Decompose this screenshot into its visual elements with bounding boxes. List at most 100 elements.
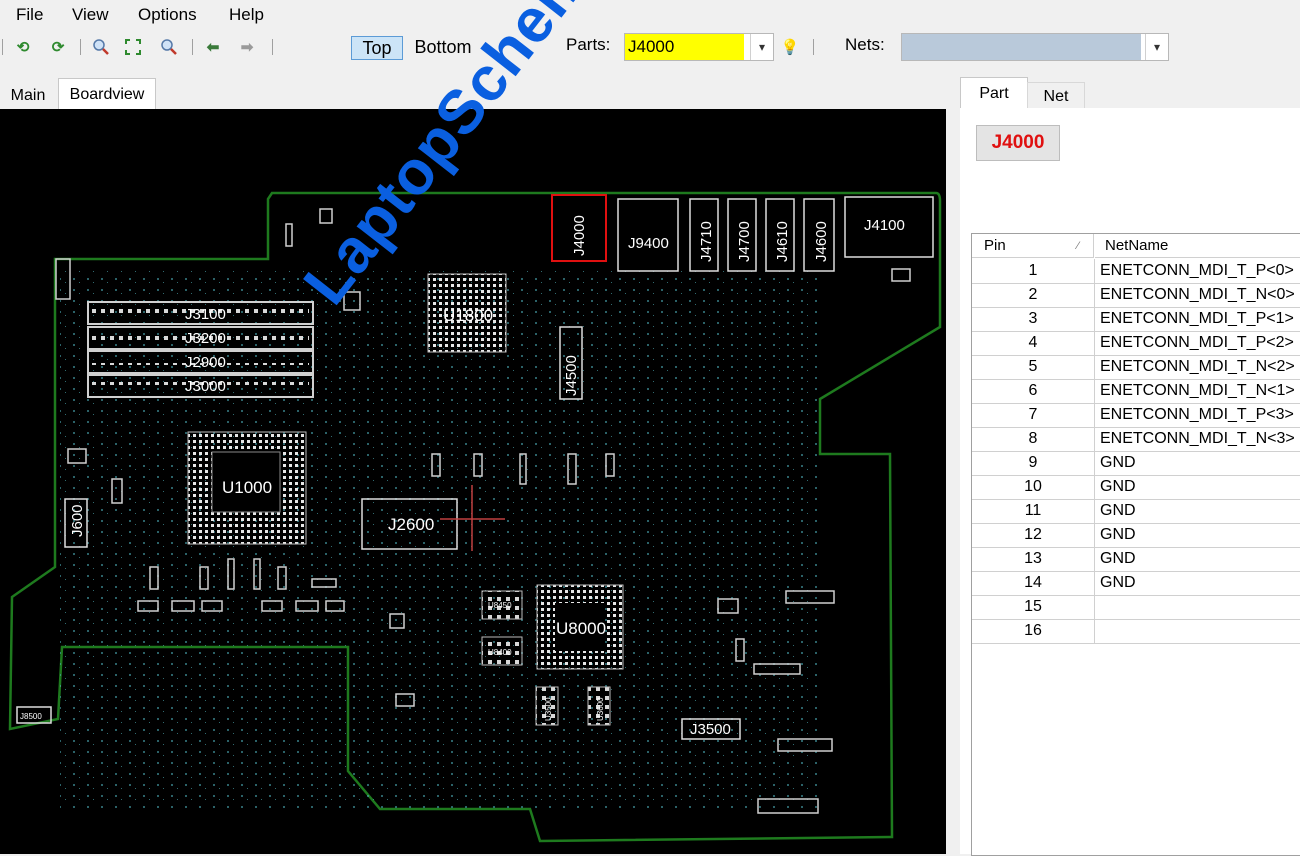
label-u8450: U8450 xyxy=(488,601,512,610)
pin-number-cell: 16 xyxy=(972,619,1095,643)
table-row[interactable]: 15 xyxy=(972,595,1300,620)
zoom-in-icon[interactable] xyxy=(160,38,178,56)
label-j2900: J2900 xyxy=(185,354,226,371)
chevron-down-icon[interactable]: ▾ xyxy=(750,34,773,60)
parts-input[interactable]: J4000 xyxy=(625,34,744,60)
forward-arrow-icon[interactable]: ➡ xyxy=(238,38,256,56)
net-name-cell: GND xyxy=(1100,478,1136,495)
table-row[interactable]: 1 ENETCONN_MDI_T_P<0> xyxy=(972,259,1300,284)
nets-input[interactable] xyxy=(902,34,1141,60)
label-j4100: J4100 xyxy=(864,217,905,234)
tab-main[interactable]: Main xyxy=(0,82,56,109)
net-name-cell: ENETCONN_MDI_T_N<3> xyxy=(1100,430,1295,447)
fit-icon[interactable] xyxy=(124,38,142,56)
pin-number-cell: 5 xyxy=(972,355,1095,379)
label-j9400: J9400 xyxy=(628,235,669,252)
table-row[interactable]: 2 ENETCONN_MDI_T_N<0> xyxy=(972,283,1300,308)
net-name-cell: ENETCONN_MDI_T_N<1> xyxy=(1100,382,1295,399)
parts-label: Parts: xyxy=(566,35,611,54)
sort-indicator-icon: ⁄ xyxy=(1077,240,1079,252)
table-row[interactable]: 3 ENETCONN_MDI_T_P<1> xyxy=(972,307,1300,332)
menu-bar: File View Options Help xyxy=(0,0,1300,30)
net-name-cell: ENETCONN_MDI_T_P<1> xyxy=(1100,310,1294,327)
pin-number-cell: 11 xyxy=(972,499,1095,523)
back-arrow-icon[interactable]: ⬅ xyxy=(204,38,222,56)
pin-number-cell: 3 xyxy=(972,307,1095,331)
menu-file[interactable]: File xyxy=(16,5,43,25)
pin-table: Pin ⁄ NetName 1 ENETCONN_MDI_T_P<0> 2 ENETC… xyxy=(971,233,1300,856)
top-layer-button[interactable]: Top xyxy=(351,36,403,60)
tab-boardview[interactable]: Boardview xyxy=(58,78,156,110)
label-u3600: U3600 xyxy=(596,697,605,721)
boardview-canvas[interactable]: J3100 J3200 J2900 J3000 U1800 U1000 J600… xyxy=(0,109,946,854)
menu-view[interactable]: View xyxy=(72,5,109,25)
label-u8400: U8400 xyxy=(488,648,512,657)
pin-number-cell: 4 xyxy=(972,331,1095,355)
menu-help[interactable]: Help xyxy=(229,5,264,25)
menu-options[interactable]: Options xyxy=(138,5,197,25)
nets-combobox[interactable]: ▾ xyxy=(901,33,1169,61)
table-row[interactable]: 9 GND xyxy=(972,451,1300,476)
table-row[interactable]: 7 ENETCONN_MDI_T_P<3> xyxy=(972,403,1300,428)
toolbar: ⟲ ⟳ ⬅ ➡ Top Bottom Parts: J4000 ▾ 💡 Nets… xyxy=(0,30,1300,64)
table-row[interactable]: 16 xyxy=(972,619,1300,644)
pin-number-cell: 15 xyxy=(972,595,1095,619)
table-row[interactable]: 13 GND xyxy=(972,547,1300,572)
label-j4610: J4610 xyxy=(774,221,791,262)
pin-number-cell: 6 xyxy=(972,379,1095,403)
pin-number-cell: 1 xyxy=(972,259,1095,283)
label-j4600: J4600 xyxy=(813,221,830,262)
label-j3000: J3000 xyxy=(185,378,226,395)
label-u8000: U8000 xyxy=(556,619,606,638)
nets-label: Nets: xyxy=(845,35,885,54)
label-j4710: J4710 xyxy=(698,221,715,262)
net-name-cell: GND xyxy=(1100,550,1136,567)
pin-number-cell: 14 xyxy=(972,571,1095,595)
pin-number-cell: 8 xyxy=(972,427,1095,451)
lightbulb-icon[interactable]: 💡 xyxy=(781,38,800,56)
net-name-cell: ENETCONN_MDI_T_N<2> xyxy=(1100,358,1295,375)
tab-net[interactable]: Net xyxy=(1027,82,1085,110)
pin-number-cell: 10 xyxy=(972,475,1095,499)
table-row[interactable]: 12 GND xyxy=(972,523,1300,548)
column-header-pin[interactable]: Pin ⁄ xyxy=(972,234,1094,258)
tab-part[interactable]: Part xyxy=(960,77,1028,109)
table-row[interactable]: 14 GND xyxy=(972,571,1300,596)
table-row[interactable]: 5 ENETCONN_MDI_T_N<2> xyxy=(972,355,1300,380)
label-u1800: U1800 xyxy=(443,306,493,325)
chevron-down-icon[interactable]: ▾ xyxy=(1145,34,1168,60)
column-header-netname[interactable]: NetName xyxy=(1095,234,1300,258)
label-j3200: J3200 xyxy=(185,330,226,347)
pin-number-cell: 7 xyxy=(972,403,1095,427)
net-name-cell: GND xyxy=(1100,574,1136,591)
toolbar-separator xyxy=(80,39,81,55)
label-j3500: J3500 xyxy=(690,721,731,738)
label-j4500: J4500 xyxy=(563,355,580,396)
parts-combobox[interactable]: J4000 ▾ xyxy=(624,33,774,61)
label-j4000: J4000 xyxy=(571,215,588,256)
board-drawing: J3100 J3200 J2900 J3000 U1800 U1000 J600… xyxy=(8,191,942,843)
net-name-cell: ENETCONN_MDI_T_P<3> xyxy=(1100,406,1294,423)
table-row[interactable]: 6 ENETCONN_MDI_T_N<1> xyxy=(972,379,1300,404)
pin-number-cell: 13 xyxy=(972,547,1095,571)
zoom-out-icon[interactable] xyxy=(92,38,110,56)
table-row[interactable]: 8 ENETCONN_MDI_T_N<3> xyxy=(972,427,1300,452)
rotate-left-icon[interactable]: ⟲ xyxy=(14,38,32,56)
toolbar-separator xyxy=(272,39,273,55)
rotate-right-icon[interactable]: ⟳ xyxy=(49,38,67,56)
net-name-cell: GND xyxy=(1100,502,1136,519)
label-j3100: J3100 xyxy=(185,306,226,323)
table-row[interactable]: 10 GND xyxy=(972,475,1300,500)
table-row[interactable]: 4 ENETCONN_MDI_T_P<2> xyxy=(972,331,1300,356)
net-name-cell: ENETCONN_MDI_T_N<0> xyxy=(1100,286,1295,303)
column-header-pin-label: Pin xyxy=(984,237,1006,254)
table-row[interactable]: 11 GND xyxy=(972,499,1300,524)
label-j2600: J2600 xyxy=(388,515,434,534)
label-j4700: J4700 xyxy=(736,221,753,262)
selected-part-badge: J4000 xyxy=(976,125,1060,161)
label-j8500: J8500 xyxy=(20,712,42,721)
net-name-cell: ENETCONN_MDI_T_P<0> xyxy=(1100,262,1294,279)
net-name-cell: GND xyxy=(1100,454,1136,471)
toolbar-separator xyxy=(192,39,193,55)
toolbar-separator xyxy=(2,39,3,55)
